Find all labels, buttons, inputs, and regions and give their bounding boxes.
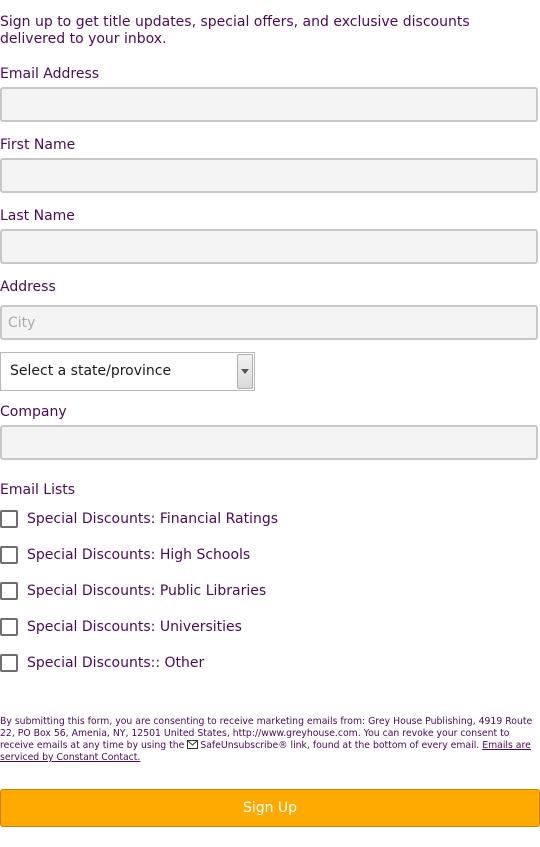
safeunsubscribe-text: SafeUnsubscribe® [200,740,288,751]
city-input[interactable] [0,305,538,340]
list-item-label[interactable]: Special Discounts: High Schools [27,547,250,564]
envelope-icon [187,740,199,749]
address-label: Address [0,279,56,295]
chevron-down-icon[interactable] [237,354,253,389]
checkbox-universities[interactable] [0,618,18,636]
email-label: Email Address [0,66,100,82]
list-item-label[interactable]: Special Discounts: Universities [27,619,242,636]
state-select-value: Select a state/province [10,363,172,379]
last-name-input[interactable] [0,229,538,264]
consent-text: By submitting this form, you are consent… [0,716,540,764]
first-name-input[interactable] [0,158,538,193]
list-item-label[interactable]: Special Discounts: Financial Ratings [27,511,278,528]
checkbox-public-libraries[interactable] [0,582,18,600]
first-name-label: First Name [0,137,76,153]
sign-up-button[interactable]: Sign Up [0,789,540,827]
last-name-label: Last Name [0,208,75,224]
intro-text: Sign up to get title updates, special of… [0,14,470,47]
state-select[interactable]: Select a state/province [0,352,255,391]
checkbox-financial-ratings[interactable] [0,510,18,528]
company-label: Company [0,404,67,420]
list-item-label[interactable]: Special Discounts:: Other [27,655,204,672]
list-item-label[interactable]: Special Discounts: Public Libraries [27,583,266,600]
email-lists-heading: Email Lists [0,482,76,498]
company-input[interactable] [0,425,538,460]
email-input[interactable] [0,87,538,122]
consent-text-part-2: link, found at the bottom of every email… [287,740,483,751]
checkbox-high-schools[interactable] [0,546,18,564]
checkbox-other[interactable] [0,654,18,672]
